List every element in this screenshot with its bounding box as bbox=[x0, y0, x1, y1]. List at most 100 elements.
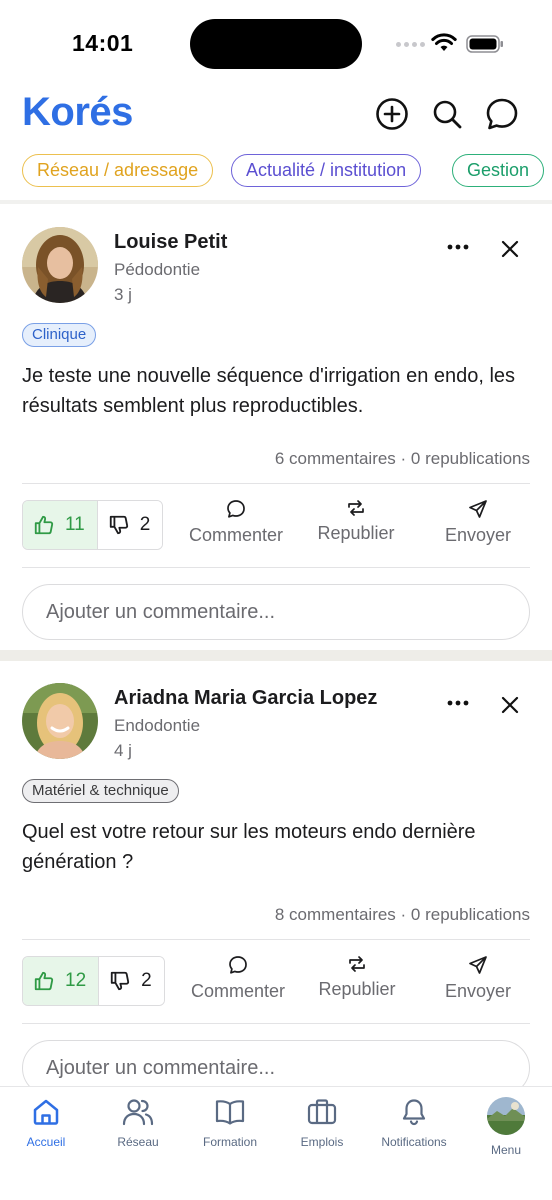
feed-post: Louise Petit Pédodontie 3 j Clinique Je … bbox=[0, 205, 552, 650]
wifi-icon bbox=[431, 33, 457, 51]
nav-label: Notifications bbox=[381, 1135, 447, 1149]
dislike-count: 2 bbox=[139, 514, 151, 535]
send-button[interactable]: Envoyer bbox=[418, 499, 538, 551]
nav-label: Menu bbox=[490, 1143, 522, 1157]
comment-icon bbox=[227, 500, 245, 518]
nav-formation[interactable]: Formation bbox=[184, 1097, 276, 1159]
bottom-navigation: Accueil Réseau Formation Emplois Notific… bbox=[0, 1086, 552, 1200]
dislike-count: 2 bbox=[141, 970, 152, 991]
author-avatar[interactable] bbox=[22, 683, 98, 759]
status-bar: 14:01 bbox=[0, 0, 552, 90]
post-options-button[interactable] bbox=[442, 691, 474, 715]
thumbs-up-icon bbox=[34, 515, 54, 535]
app-header: Korés bbox=[0, 90, 552, 150]
app-logo[interactable]: Korés bbox=[22, 90, 133, 135]
author-specialty: Pédodontie bbox=[114, 260, 201, 279]
post-text: Je teste une nouvelle séquence d'irrigat… bbox=[22, 365, 516, 417]
close-icon bbox=[501, 696, 519, 714]
people-icon bbox=[122, 1099, 154, 1126]
feed-separator bbox=[0, 200, 552, 204]
chip-actualite-institution[interactable]: Actualité / institution bbox=[231, 154, 422, 187]
like-button[interactable]: 12 bbox=[23, 957, 100, 1005]
send-icon bbox=[469, 500, 487, 518]
close-icon bbox=[501, 240, 519, 258]
repost-label: Republier bbox=[317, 523, 395, 543]
repost-icon bbox=[348, 500, 364, 516]
author-specialty: Endodontie bbox=[114, 716, 201, 735]
dismiss-post-button[interactable] bbox=[496, 235, 524, 263]
like-count: 11 bbox=[65, 514, 85, 535]
profile-avatar bbox=[487, 1097, 525, 1135]
chat-bubble-icon bbox=[486, 98, 518, 130]
book-icon bbox=[215, 1100, 245, 1125]
messages-button[interactable] bbox=[484, 96, 520, 132]
post-separator bbox=[0, 650, 552, 661]
divider bbox=[22, 567, 530, 568]
comment-label: Commenter bbox=[190, 981, 286, 1001]
search-icon bbox=[433, 100, 462, 129]
create-post-button[interactable] bbox=[374, 96, 410, 132]
nav-accueil[interactable]: Accueil bbox=[0, 1097, 92, 1159]
author-name[interactable]: Louise Petit bbox=[114, 231, 227, 254]
thumbs-down-icon bbox=[109, 515, 128, 535]
divider bbox=[22, 1023, 530, 1024]
send-label: Envoyer bbox=[444, 525, 512, 545]
briefcase-icon bbox=[307, 1099, 337, 1125]
dislike-button[interactable]: 2 bbox=[99, 957, 164, 1005]
nav-label: Réseau bbox=[117, 1135, 159, 1149]
post-time: 4 j bbox=[114, 741, 132, 760]
nav-label: Formation bbox=[202, 1135, 258, 1149]
vote-group: 11 2 bbox=[22, 500, 164, 550]
category-chips: Réseau / adressage Actualité / instituti… bbox=[0, 154, 552, 188]
search-button[interactable] bbox=[429, 96, 465, 132]
divider bbox=[22, 483, 530, 484]
dismiss-post-button[interactable] bbox=[496, 691, 524, 719]
vote-group: 12 2 bbox=[22, 956, 165, 1006]
post-stats[interactable]: 8 commentaires · 0 republications bbox=[275, 905, 530, 925]
nav-notifications[interactable]: Notifications bbox=[368, 1097, 460, 1159]
battery-icon bbox=[466, 35, 503, 53]
post-stats[interactable]: 6 commentaires · 0 republications bbox=[275, 449, 530, 469]
author-avatar[interactable] bbox=[22, 227, 98, 303]
post-text: Quel est votre retour sur les moteurs en… bbox=[22, 821, 476, 873]
chip-gestion[interactable]: Gestion bbox=[452, 154, 545, 187]
dislike-button[interactable]: 2 bbox=[97, 501, 163, 549]
like-button[interactable]: 11 bbox=[23, 501, 98, 549]
send-icon bbox=[469, 956, 487, 974]
send-button[interactable]: Envoyer bbox=[418, 955, 538, 1007]
more-horizontal-icon bbox=[447, 244, 469, 250]
post-time: 3 j bbox=[114, 285, 132, 304]
dynamic-island bbox=[190, 19, 362, 69]
thumbs-up-icon bbox=[34, 971, 54, 991]
repost-button[interactable]: Republier bbox=[296, 499, 416, 551]
chip-reseau-adressage[interactable]: Réseau / adressage bbox=[22, 154, 214, 187]
divider bbox=[22, 939, 530, 940]
more-horizontal-icon bbox=[447, 700, 469, 706]
plus-circle-icon bbox=[376, 98, 408, 130]
like-count: 12 bbox=[65, 970, 87, 991]
comment-label: Commenter bbox=[188, 525, 284, 545]
nav-emplois[interactable]: Emplois bbox=[276, 1097, 368, 1159]
comment-icon bbox=[229, 956, 247, 974]
bell-icon bbox=[402, 1099, 426, 1126]
feed-post: Ariadna Maria Garcia Lopez Endodontie 4 … bbox=[0, 661, 552, 1096]
comment-input[interactable]: Ajouter un commentaire... bbox=[22, 584, 530, 640]
nav-menu[interactable]: Menu bbox=[460, 1097, 552, 1159]
repost-icon bbox=[349, 956, 365, 972]
comment-button[interactable]: Commenter bbox=[178, 955, 298, 1007]
repost-label: Republier bbox=[318, 979, 396, 999]
send-label: Envoyer bbox=[444, 981, 512, 1001]
nav-label: Emplois bbox=[300, 1135, 344, 1149]
home-icon bbox=[33, 1099, 59, 1125]
cellular-signal-icon bbox=[396, 42, 425, 47]
nav-reseau[interactable]: Réseau bbox=[92, 1097, 184, 1159]
repost-button[interactable]: Republier bbox=[297, 955, 417, 1007]
comment-button[interactable]: Commenter bbox=[176, 499, 296, 551]
post-tag[interactable]: Matériel & technique bbox=[22, 779, 179, 803]
nav-label: Accueil bbox=[26, 1135, 66, 1149]
post-options-button[interactable] bbox=[442, 235, 474, 259]
thumbs-down-icon bbox=[110, 971, 130, 991]
status-time: 14:01 bbox=[72, 30, 134, 56]
post-tag[interactable]: Clinique bbox=[22, 323, 97, 347]
author-name[interactable]: Ariadna Maria Garcia Lopez bbox=[114, 687, 377, 710]
